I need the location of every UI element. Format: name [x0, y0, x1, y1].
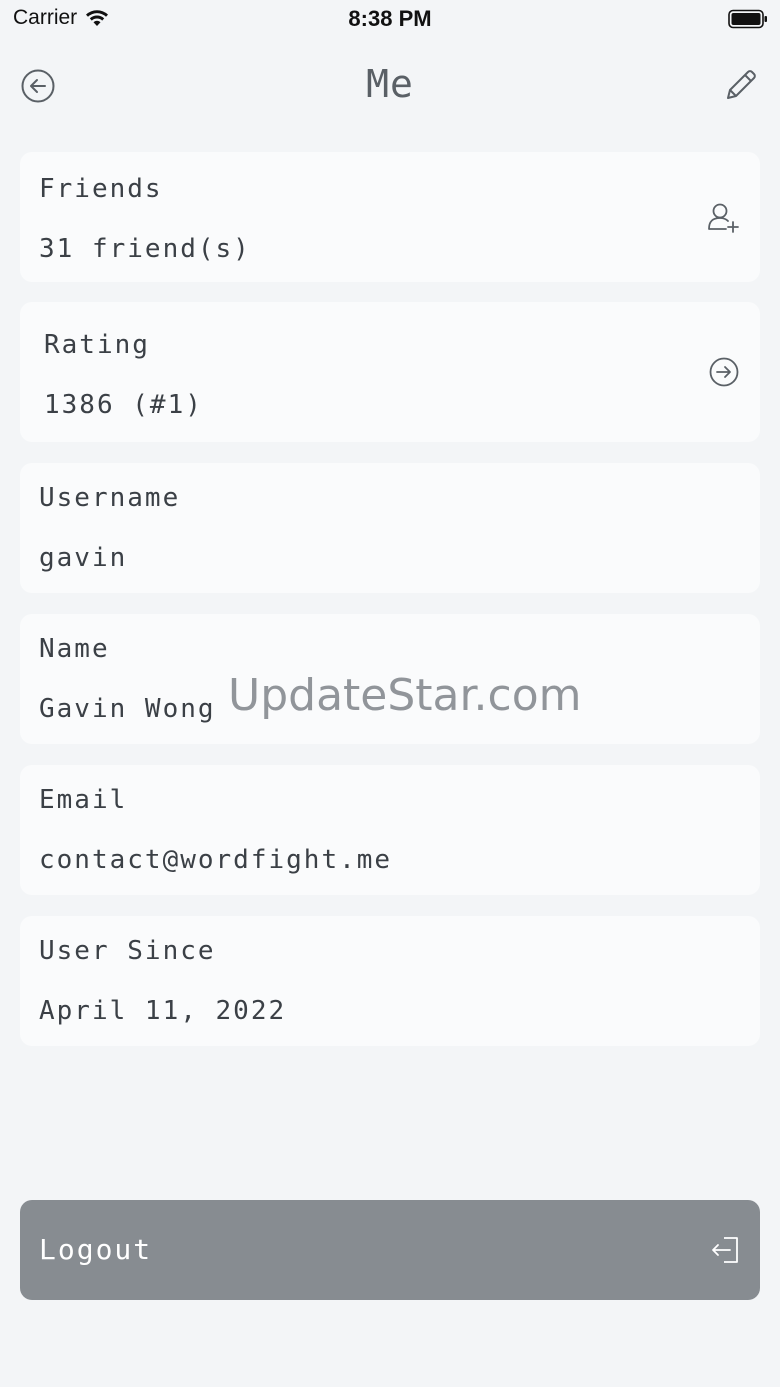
user-since-value: April 11, 2022	[39, 996, 287, 1026]
navigation-bar: Me	[0, 50, 780, 120]
friends-count: 31 friend(s)	[39, 234, 251, 264]
logout-button[interactable]: Logout	[20, 1200, 760, 1300]
email-value: contact@wordfight.me	[39, 845, 393, 875]
name-card: Name Gavin Wong	[20, 614, 760, 744]
username-value: gavin	[39, 543, 128, 573]
rating-card[interactable]: Rating 1386 (#1)	[20, 302, 760, 442]
rating-detail-button[interactable]	[708, 356, 740, 388]
user-since-label: User Since	[39, 936, 216, 966]
page-title: Me	[366, 62, 414, 106]
friends-card[interactable]: Friends 31 friend(s)	[20, 152, 760, 282]
battery-icon	[728, 9, 767, 29]
name-label: Name	[39, 634, 110, 664]
pencil-icon	[727, 70, 756, 99]
status-bar: Carrier 8:38 PM	[0, 0, 780, 40]
add-friend-button[interactable]	[706, 200, 740, 234]
arrow-right-circle-icon	[709, 357, 739, 387]
email-label: Email	[39, 785, 128, 815]
edit-button[interactable]	[722, 66, 760, 104]
user-since-card: User Since April 11, 2022	[20, 916, 760, 1046]
log-out-icon	[712, 1237, 738, 1263]
logout-label: Logout	[39, 1233, 153, 1266]
rating-value: 1386 (#1)	[44, 390, 203, 420]
clock: 8:38 PM	[348, 6, 432, 31]
email-card: Email contact@wordfight.me	[20, 765, 760, 895]
friends-label: Friends	[39, 174, 163, 204]
name-value: Gavin Wong	[39, 694, 216, 724]
rating-label: Rating	[44, 330, 150, 360]
username-card: Username gavin	[20, 463, 760, 593]
username-label: Username	[39, 483, 181, 513]
user-plus-icon	[708, 203, 739, 233]
